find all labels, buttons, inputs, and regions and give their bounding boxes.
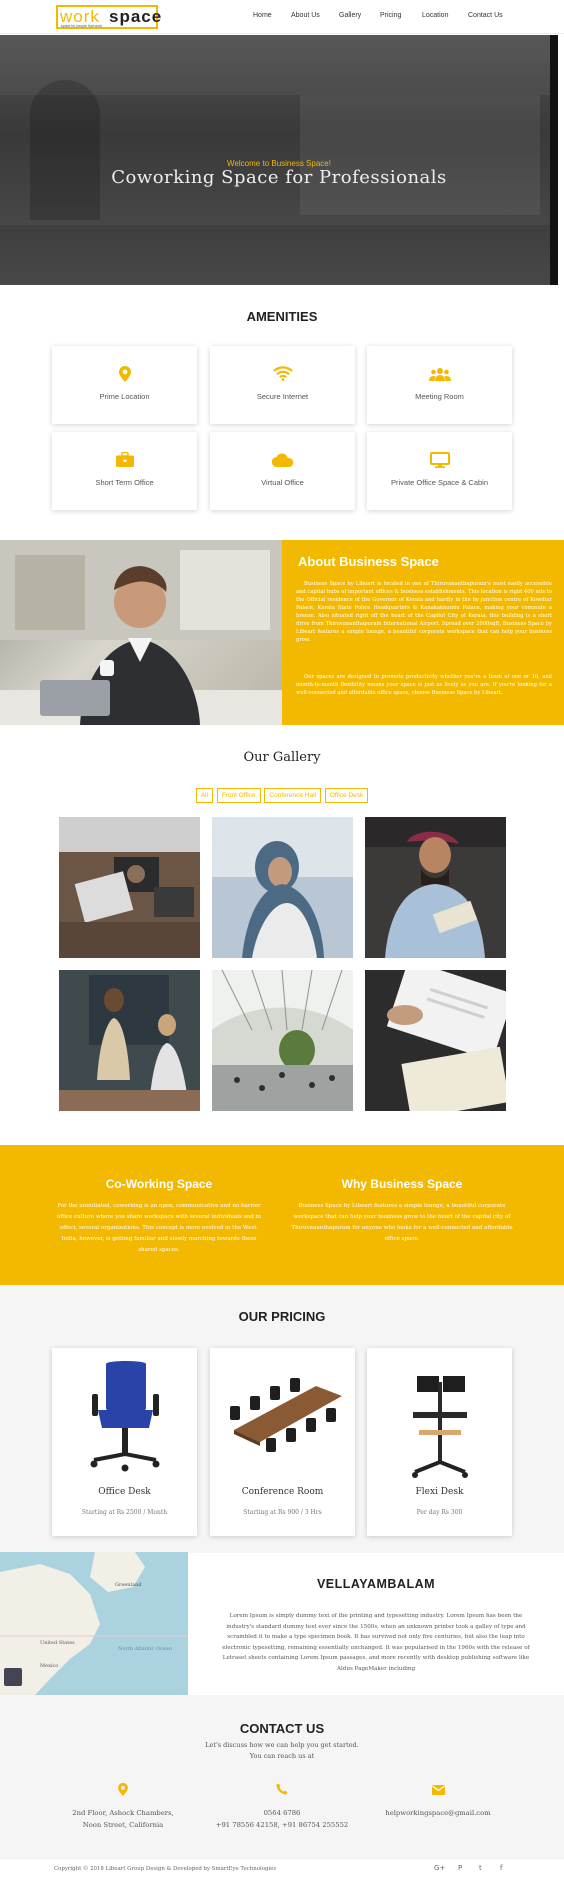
- map-label-greenland: Greenland: [115, 1582, 142, 1588]
- coworking-title: Co-Working Space: [105, 1177, 213, 1191]
- flexi-desk-image: [412, 1376, 468, 1478]
- contact-sub-line-2: You can reach us at: [249, 1752, 315, 1760]
- amenity-label: Secure Internet: [256, 392, 309, 401]
- amenity-card-short-term-office[interactable]: Short Term Office: [52, 432, 197, 510]
- amenity-label: Short Term Office: [95, 478, 154, 487]
- contact-address-line-1: 2nd Floor, Ashock Chambers,: [72, 1809, 174, 1817]
- amenity-label: Meeting Room: [415, 392, 464, 401]
- logo-right: space: [109, 7, 163, 26]
- about-title: About Business Space: [298, 554, 439, 569]
- gallery-image-atrium[interactable]: [212, 970, 353, 1111]
- hero-banner: Welcome to Business Space! Coworking Spa…: [0, 35, 558, 285]
- map-label-mexico: Mexico: [40, 1663, 58, 1669]
- pricing-card-flexi-desk[interactable]: Flexi Desk Per day Rs 300: [367, 1348, 512, 1536]
- contact-subtitle: Let's discuss how we can help you get st…: [0, 1740, 564, 1762]
- gallery-title: Our Gallery: [243, 750, 321, 765]
- amenity-label: Private Office Space & Cabin: [391, 478, 488, 487]
- nav-pricing[interactable]: Pricing: [380, 12, 401, 19]
- why-text: Business Space by Libeart features a sim…: [291, 1203, 513, 1242]
- amenity-label: Virtual Office: [261, 478, 304, 487]
- facebook-icon[interactable]: f: [500, 1864, 502, 1872]
- coworking-banner: Co-Working Space For the uninitiated, co…: [0, 1145, 564, 1285]
- users-icon: [367, 366, 512, 385]
- site-header: work space space for people that work Ho…: [0, 0, 564, 34]
- amenity-card-virtual-office[interactable]: Virtual Office: [210, 432, 355, 510]
- contact-email[interactable]: helpworkingspace@gmail.com: [368, 1807, 508, 1819]
- amenity-card-secure-internet[interactable]: Secure Internet: [210, 346, 355, 424]
- nav-home[interactable]: Home: [253, 12, 272, 19]
- gallery-image-laptop-planner[interactable]: [365, 970, 506, 1111]
- map-label-united-states: United States: [40, 1640, 75, 1646]
- about-paragraph-2: Our spaces are designed to promote produ…: [296, 674, 552, 696]
- filter-conference-hall[interactable]: Conference Hall: [264, 788, 321, 803]
- contact-sub-line-1: Let's discuss how we can help you get st…: [205, 1741, 359, 1749]
- amenity-card-prime-location[interactable]: Prime Location: [52, 346, 197, 424]
- pricing-price: Starting at Rs 900 / 3 Hrs: [243, 1509, 322, 1516]
- briefcase-icon: [52, 451, 197, 471]
- gallery-filters: All Front Office Conference Hall Office …: [0, 788, 564, 803]
- why-title: Why Business Space: [341, 1177, 463, 1191]
- nav-location[interactable]: Location: [422, 12, 448, 19]
- pricing-card-conference-room[interactable]: Conference Room Starting at Rs 900 / 3 H…: [210, 1348, 355, 1536]
- location-text: Lorem Ipsum is simply dummy text of the …: [222, 1613, 530, 1672]
- amenity-card-meeting-room[interactable]: Meeting Room: [367, 346, 512, 424]
- office-chair-image: [90, 1361, 160, 1472]
- phone-icon: [262, 1783, 302, 1799]
- pricing-name: Flexi Desk: [415, 1487, 464, 1497]
- about-panel: About Business Space Business Space by L…: [282, 540, 564, 725]
- location-map[interactable]: Greenland United States Mexico North Atl…: [0, 1552, 188, 1695]
- amenities-title: AMENITIES: [246, 309, 318, 324]
- pinterest-icon[interactable]: P: [458, 1864, 462, 1872]
- pricing-price: Starting at Rs 2500 / Month: [81, 1509, 168, 1516]
- copyright-text: Copyright © 2018 Libeart Group Design & …: [54, 1866, 277, 1872]
- filter-all[interactable]: All: [195, 788, 213, 803]
- pricing-price: Per day Rs 300: [416, 1509, 463, 1516]
- map-pin-icon: [52, 366, 197, 386]
- nav-gallery[interactable]: Gallery: [339, 12, 361, 19]
- map-label-ocean: North Atlantic Ocean: [118, 1646, 173, 1652]
- contact-phone-1[interactable]: 0564 6786: [197, 1807, 367, 1819]
- site-footer: Copyright © 2018 Libeart Group Design & …: [0, 1858, 564, 1880]
- location-title: VELLAYAMBALAM: [316, 1577, 436, 1591]
- pricing-name: Office Desk: [98, 1487, 151, 1497]
- nav-about[interactable]: About Us: [291, 12, 320, 19]
- coworking-text: For the uninitiated, coworking is an ope…: [57, 1203, 261, 1253]
- gallery-image-desk[interactable]: [59, 817, 200, 958]
- contact-title: CONTACT US: [239, 1721, 325, 1736]
- google-plus-icon[interactable]: G+: [434, 1864, 445, 1872]
- hero-title: Coworking Space for Professionals: [111, 167, 447, 188]
- contact-phone-2[interactable]: +91 78556 42158, +91 86754 255552: [197, 1819, 367, 1831]
- contact-section: [0, 1695, 564, 1858]
- pricing-name: Conference Room: [241, 1487, 324, 1497]
- contact-address: 2nd Floor, Ashock Chambers, Noon Street,…: [53, 1807, 193, 1831]
- about-photo: [0, 540, 282, 725]
- nav-contact[interactable]: Contact Us: [468, 12, 503, 19]
- contact-address-line-2: Noon Street, California: [82, 1821, 164, 1829]
- wifi-icon: [210, 366, 355, 385]
- contact-phone: 0564 6786 +91 78556 42158, +91 86754 255…: [197, 1807, 367, 1831]
- gallery-image-meeting[interactable]: [59, 970, 200, 1111]
- filter-office-desk[interactable]: Office Desk: [324, 788, 369, 803]
- pricing-card-office-desk[interactable]: Office Desk Starting at Rs 2500 / Month: [52, 1348, 197, 1536]
- envelope-icon: [418, 1784, 458, 1799]
- filter-front-office[interactable]: Front Office: [216, 788, 261, 803]
- amenity-card-private-office[interactable]: Private Office Space & Cabin: [367, 432, 512, 510]
- cloud-icon: [210, 452, 355, 471]
- amenity-label: Prime Location: [99, 392, 150, 401]
- conference-table-image: [230, 1378, 342, 1452]
- address-map-pin-icon: [103, 1783, 143, 1800]
- about-paragraph-1: Business Space by Libeart is located in …: [296, 581, 552, 643]
- gallery-image-turban-man[interactable]: [365, 817, 506, 958]
- pricing-title: OUR PRICING: [238, 1309, 326, 1324]
- twitter-icon[interactable]: t: [479, 1864, 482, 1872]
- monitor-icon: [367, 452, 512, 472]
- logo-tagline: space for people that work: [61, 24, 103, 28]
- brand-logo[interactable]: work space space for people that work: [56, 5, 161, 29]
- gallery-image-hijab-woman[interactable]: [212, 817, 353, 958]
